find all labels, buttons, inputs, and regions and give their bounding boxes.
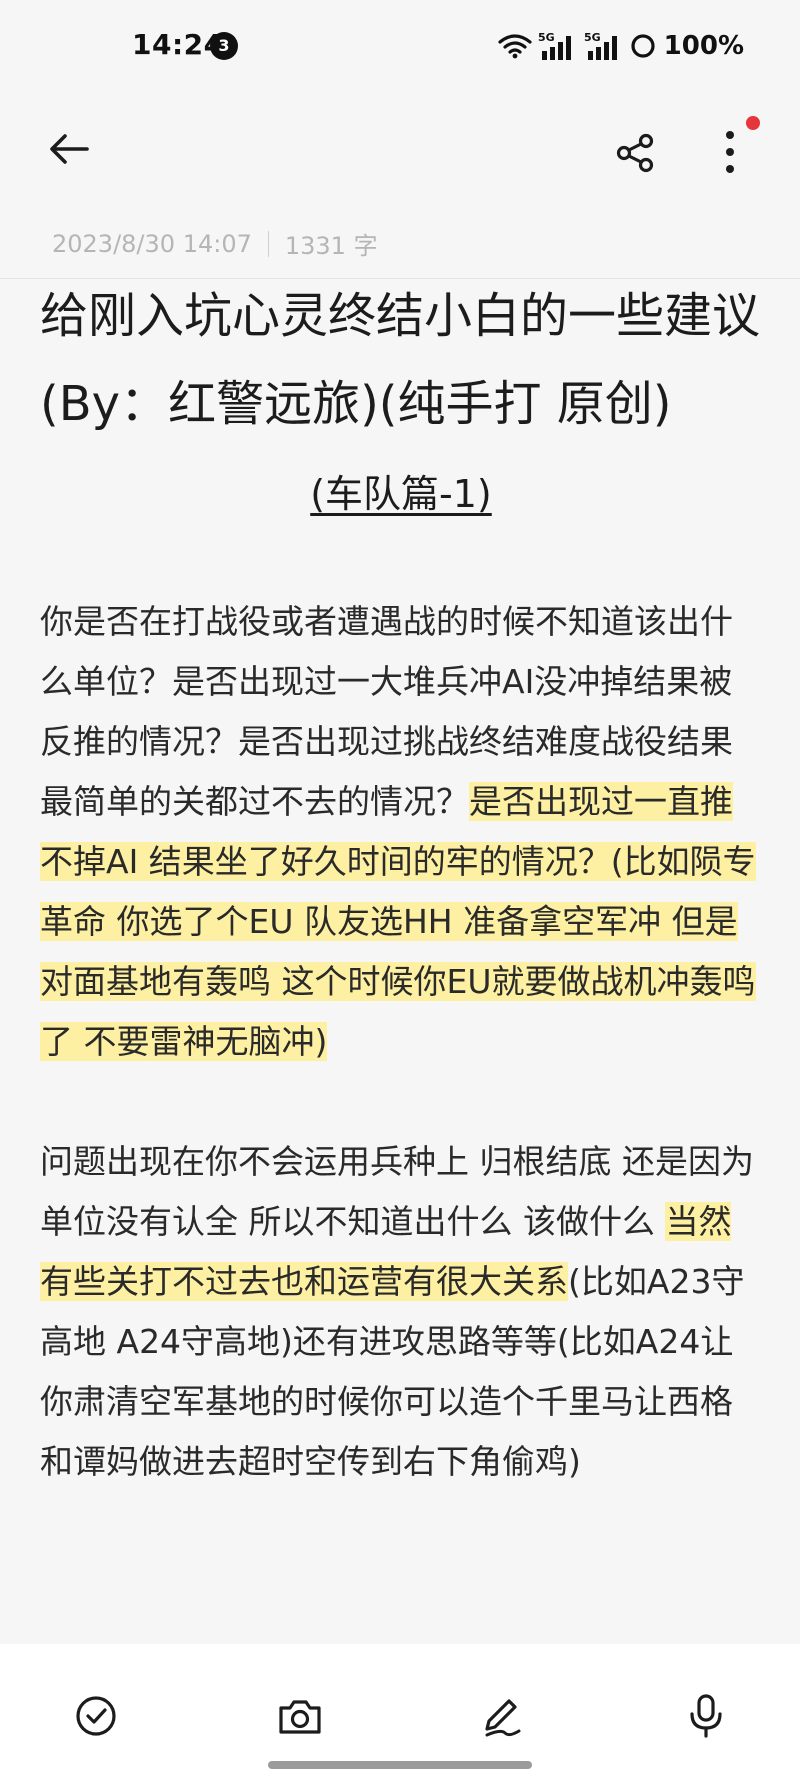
note-title[interactable]: 给刚入坑心灵终结小白的一些建议(By：红警远旅)(纯手打 原创) [40, 272, 762, 448]
meta-divider [267, 230, 269, 257]
microphone-icon [690, 1694, 722, 1738]
unread-indicator-dot [746, 116, 760, 130]
notification-count-badge: 3 [210, 32, 238, 60]
note-datetime: 2023/8/30 14:07 [52, 229, 252, 258]
section-heading-text: (车队篇-1) [310, 472, 492, 516]
paragraph-2[interactable]: 问题出现在你不会运用兵种上 归根结底 还是因为单位没有认全 所以不知道出什么 该… [40, 1132, 762, 1492]
network-type-label: 5G [584, 31, 601, 44]
share-icon [616, 133, 654, 173]
cellular-signal-icon-2: 5G [584, 31, 617, 60]
voice-input-button[interactable] [678, 1688, 734, 1744]
camera-icon [279, 1700, 321, 1734]
more-options-button[interactable] [700, 122, 760, 182]
draw-button[interactable] [474, 1688, 530, 1744]
back-arrow-icon [50, 134, 89, 164]
paragraph-1[interactable]: 你是否在打战役或者遭遇战的时候不知道该出什么单位？是否出现过一大堆兵冲AI没冲掉… [40, 592, 762, 1072]
paragraph-2-text-before: 问题出现在你不会运用兵种上 归根结底 还是因为单位没有认全 所以不知道出什么 该… [40, 1142, 754, 1241]
checkmark-circle-icon [76, 1696, 116, 1736]
network-type-label: 5G [538, 31, 555, 44]
more-vertical-icon [726, 131, 734, 173]
paragraph-1-highlight: 是否出现过一直推不掉AI 结果坐了好久时间的牢的情况？(比如陨专革命 你选了个E… [40, 782, 756, 1061]
status-indicators: 5G 5G 100% [498, 30, 744, 62]
share-button[interactable] [610, 128, 660, 178]
note-body[interactable]: 给刚入坑心灵终结小白的一些建议(By：红警远旅)(纯手打 原创) (车队篇-1)… [40, 272, 762, 1492]
section-heading[interactable]: (车队篇-1) [40, 464, 762, 524]
camera-button[interactable] [272, 1688, 328, 1744]
status-bar: 14:24 3 5G 5G 100% [0, 0, 800, 92]
back-button[interactable] [44, 124, 94, 174]
checklist-button[interactable] [68, 1688, 124, 1744]
cellular-signal-icon: 5G [538, 31, 571, 60]
battery-percent: 100% [663, 31, 744, 61]
note-word-count: 1331 字 [284, 232, 378, 260]
home-indicator[interactable] [268, 1761, 532, 1769]
note-meta: 2023/8/30 14:07 1331 字 [52, 226, 378, 261]
wifi-icon [498, 34, 532, 59]
battery-ring-icon [631, 34, 655, 58]
note-toolbar [0, 92, 800, 208]
pen-icon [485, 1699, 521, 1737]
